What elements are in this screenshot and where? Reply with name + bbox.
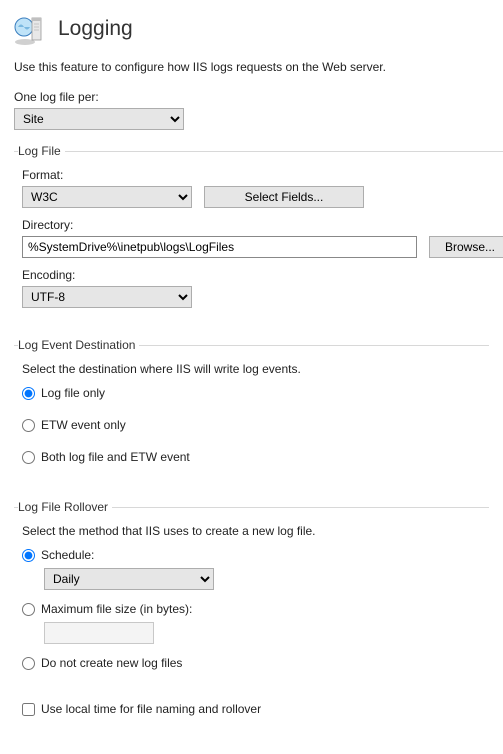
rollover-schedule-label: Schedule: (41, 548, 94, 562)
dest-etw-only-radio[interactable] (22, 419, 35, 432)
dest-both-row[interactable]: Both log file and ETW event (22, 450, 481, 464)
log-file-rollover-desc: Select the method that IIS uses to creat… (22, 524, 481, 538)
format-label: Format: (22, 168, 503, 182)
dest-both-radio[interactable] (22, 451, 35, 464)
encoding-label: Encoding: (22, 268, 503, 282)
rollover-schedule-radio[interactable] (22, 549, 35, 562)
one-log-file-per-label: One log file per: (14, 90, 489, 104)
page-description: Use this feature to configure how IIS lo… (14, 60, 489, 74)
rollover-none-radio[interactable] (22, 657, 35, 670)
rollover-none-label: Do not create new log files (41, 656, 182, 670)
rollover-maxsize-row[interactable]: Maximum file size (in bytes): (22, 602, 481, 616)
directory-label: Directory: (22, 218, 503, 232)
encoding-select[interactable]: UTF-8ANSI (22, 286, 192, 308)
dest-log-file-only-radio[interactable] (22, 387, 35, 400)
log-file-legend: Log File (18, 144, 65, 158)
dest-etw-only-label: ETW event only (41, 418, 126, 432)
dest-log-file-only-row[interactable]: Log file only (22, 386, 481, 400)
rollover-maxsize-input (44, 622, 154, 644)
one-log-file-per-select[interactable]: SiteServer (14, 108, 184, 130)
directory-input[interactable] (22, 236, 417, 258)
log-file-rollover-legend: Log File Rollover (18, 500, 112, 514)
dest-log-file-only-label: Log file only (41, 386, 105, 400)
rollover-none-row[interactable]: Do not create new log files (22, 656, 481, 670)
local-time-checkbox[interactable] (22, 703, 35, 716)
rollover-maxsize-radio[interactable] (22, 603, 35, 616)
log-file-rollover-group: Log File Rollover Select the method that… (14, 500, 489, 738)
rollover-schedule-select[interactable]: HourlyDailyWeeklyMonthly (44, 568, 214, 590)
page-title: Logging (58, 17, 133, 41)
log-event-destination-legend: Log Event Destination (18, 338, 139, 352)
local-time-label: Use local time for file naming and rollo… (41, 702, 261, 716)
page-header: Logging (14, 12, 489, 46)
log-event-destination-group: Log Event Destination Select the destina… (14, 338, 489, 486)
rollover-schedule-row[interactable]: Schedule: (22, 548, 481, 562)
dest-both-label: Both log file and ETW event (41, 450, 190, 464)
local-time-row[interactable]: Use local time for file naming and rollo… (22, 702, 481, 716)
browse-button[interactable]: Browse... (429, 236, 503, 258)
dest-etw-only-row[interactable]: ETW event only (22, 418, 481, 432)
log-file-group: Log File Format: IISNCSAW3CCustom Select… (14, 144, 503, 324)
select-fields-button[interactable]: Select Fields... (204, 186, 364, 208)
log-event-destination-desc: Select the destination where IIS will wr… (22, 362, 481, 376)
rollover-maxsize-label: Maximum file size (in bytes): (41, 602, 192, 616)
logging-icon (14, 12, 48, 46)
format-select[interactable]: IISNCSAW3CCustom (22, 186, 192, 208)
